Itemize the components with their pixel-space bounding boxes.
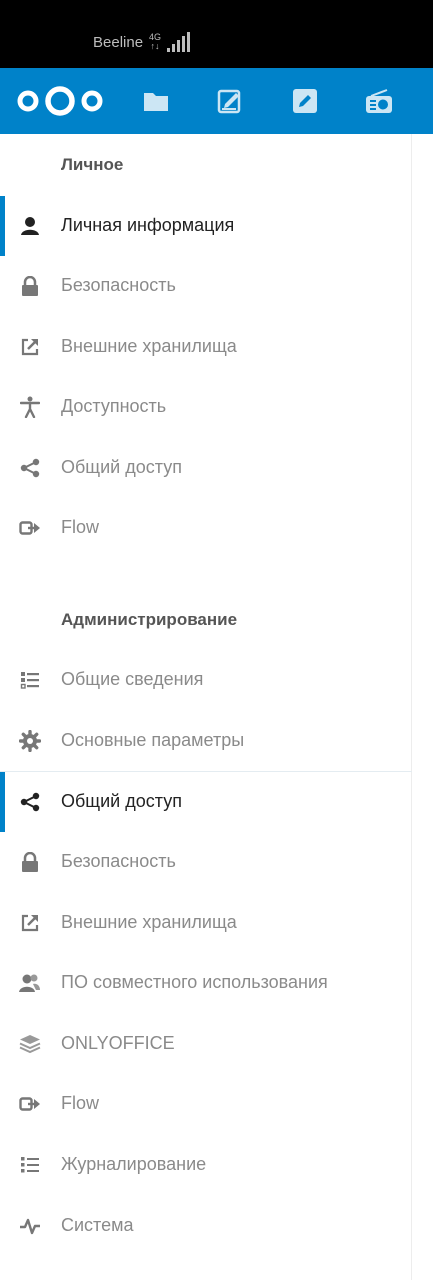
sidebar-item-label: Общие сведения [61, 669, 204, 689]
sidebar-item-label: Flow [61, 1093, 100, 1113]
status-bar: Beeline 4G ↑↓ [0, 0, 433, 68]
lock-icon [19, 851, 41, 873]
sidebar-item-label: ПО совместного использования [61, 972, 328, 992]
sidebar-item-personal-info[interactable]: Личная информация [0, 196, 411, 256]
top-app-bar [0, 68, 433, 134]
sidebar-item-system[interactable]: Система [0, 1196, 411, 1256]
sidebar-item-label: Основные параметры [61, 730, 245, 750]
carrier-name: Beeline [93, 33, 144, 51]
radio-icon[interactable] [365, 87, 393, 115]
layers-icon [19, 1033, 41, 1055]
sidebar-item-admin-security[interactable]: Безопасность [0, 832, 411, 892]
sidebar-item-security[interactable]: Безопасность [0, 256, 411, 316]
share-icon [19, 457, 41, 479]
notes-icon[interactable] [216, 87, 244, 115]
accessibility-icon [19, 396, 41, 418]
lock-icon [19, 275, 41, 297]
sidebar-item-label: Общий доступ [61, 457, 182, 477]
sidebar-item-label: Журналирование [61, 1154, 207, 1174]
section-title-personal: Личное [61, 155, 124, 174]
sidebar-item-label: Безопасность [61, 851, 176, 871]
sidebar-item-label: ONLYOFFICE [61, 1033, 175, 1053]
edit-icon[interactable] [291, 87, 319, 115]
sidebar-item-label: Доступность [61, 396, 167, 416]
sidebar-item-label: Безопасность [61, 275, 176, 295]
external-link-icon [19, 336, 41, 358]
sidebar-item-overview[interactable]: Общие сведения [0, 650, 411, 710]
activity-icon [19, 1215, 41, 1237]
sidebar-item-flow[interactable]: Flow [0, 498, 411, 558]
network-type: 4G ↑↓ [149, 32, 162, 51]
user-icon [19, 215, 41, 237]
sidebar-item-label: Внешние хранилища [61, 912, 237, 932]
external-link-icon [19, 912, 41, 934]
sidebar-item-logging[interactable]: Журналирование [0, 1135, 411, 1195]
sidebar-item-admin-sharing[interactable]: Общий доступ [0, 772, 411, 832]
sidebar-item-label: Внешние хранилища [61, 336, 237, 356]
sidebar-item-external-storage[interactable]: Внешние хранилища [0, 317, 411, 377]
log-list-icon [19, 1154, 41, 1176]
sidebar-item-label: Flow [61, 517, 100, 537]
list-icon [19, 669, 41, 691]
flow-icon [19, 1093, 41, 1115]
sidebar-item-accessibility[interactable]: Доступность [0, 377, 411, 437]
sidebar-item-label: Общий доступ [61, 791, 182, 811]
sidebar-item-sharing[interactable]: Общий доступ [0, 438, 411, 498]
settings-sidebar: Личное Личная информация Безопасность Вн… [0, 134, 412, 1280]
nextcloud-logo[interactable] [16, 86, 104, 116]
gear-icon [19, 730, 41, 752]
flow-icon [19, 517, 41, 539]
signal-icon [167, 32, 191, 52]
sidebar-item-onlyoffice[interactable]: ONLYOFFICE [0, 1014, 411, 1074]
share-icon [19, 791, 41, 813]
sidebar-item-basic-settings[interactable]: Основные параметры [0, 711, 411, 771]
sidebar-item-label: Личная информация [61, 215, 235, 235]
sidebar-item-admin-flow[interactable]: Flow [0, 1074, 411, 1134]
sidebar-item-label: Система [61, 1215, 134, 1235]
sidebar-item-admin-external-storage[interactable]: Внешние хранилища [0, 893, 411, 953]
sidebar-item-groupware[interactable]: ПО совместного использования [0, 953, 411, 1013]
groupware-icon [19, 972, 41, 994]
files-icon[interactable] [142, 87, 170, 115]
section-title-admin: Администрирование [61, 610, 238, 629]
